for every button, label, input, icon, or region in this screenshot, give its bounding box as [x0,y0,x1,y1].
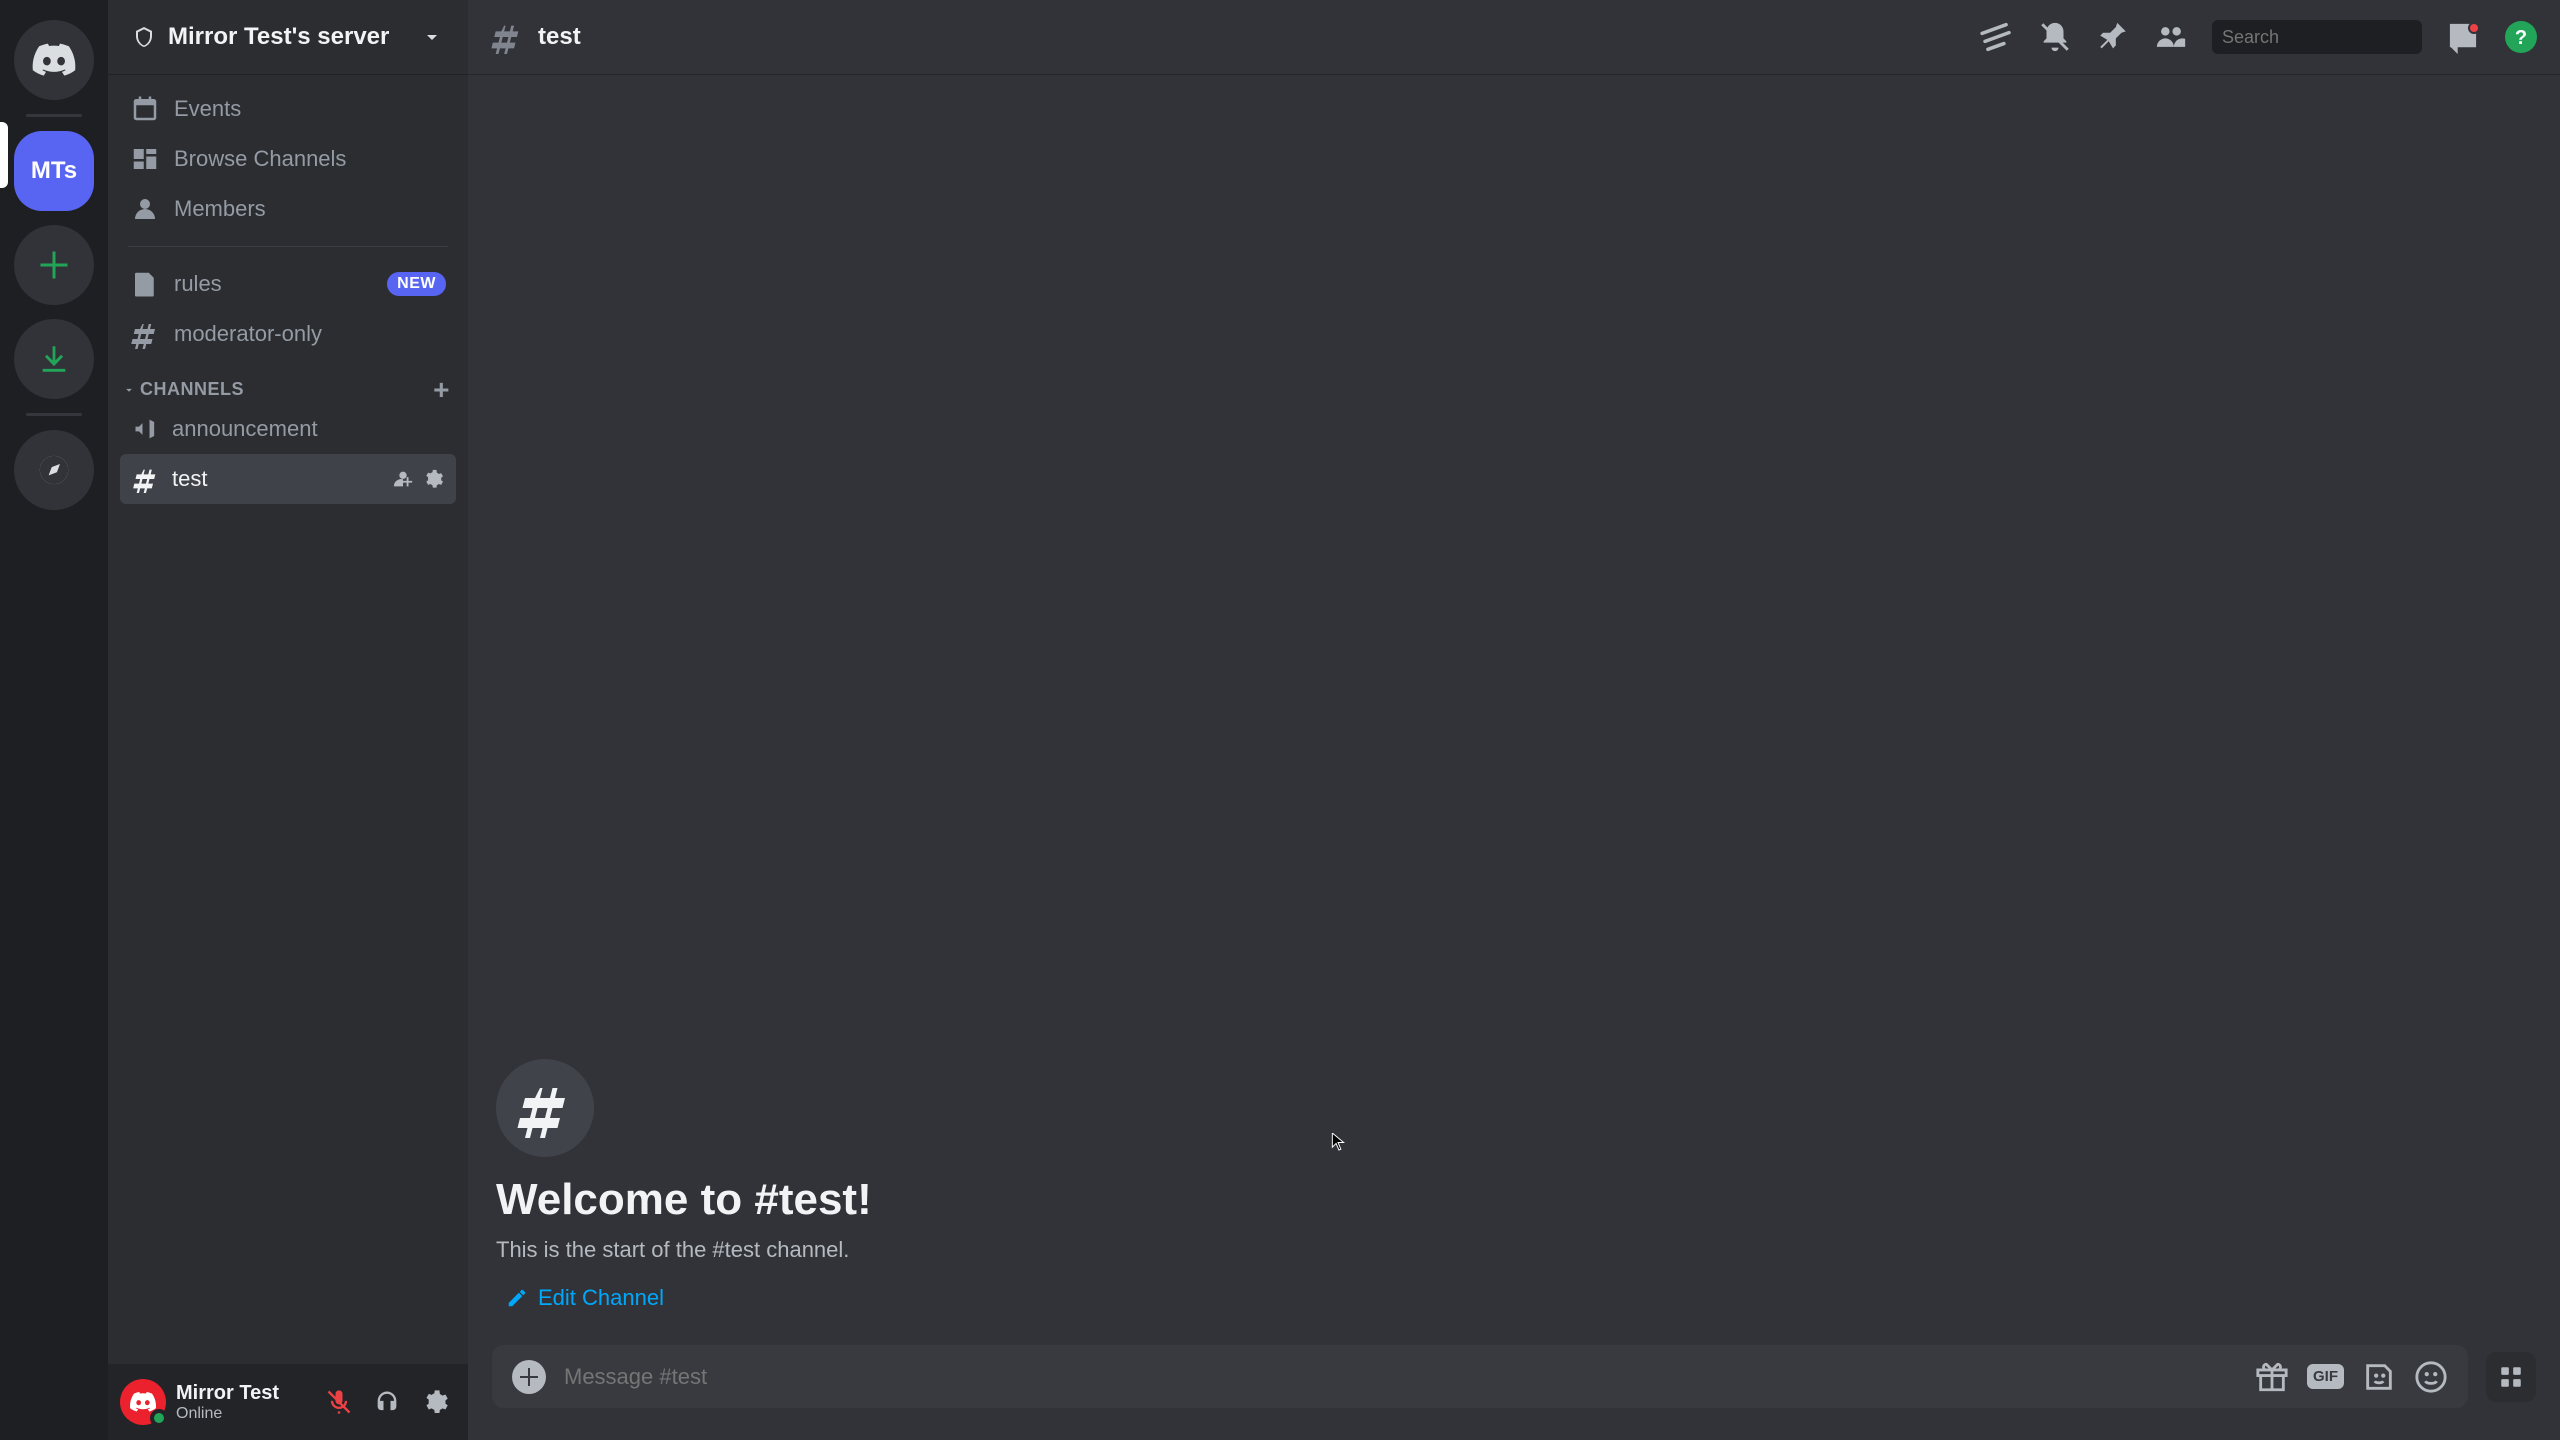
category-label: CHANNELS [140,379,244,400]
channel-rules[interactable]: rules NEW [120,259,456,309]
status-online-icon [150,1409,168,1427]
channel-title: test [538,23,1966,51]
channel-mod-label: moderator-only [174,321,322,347]
mic-muted-button[interactable] [318,1381,360,1423]
user-panel[interactable]: Mirror Test Online [108,1364,468,1440]
channel-test[interactable]: test [120,454,456,504]
channel-rules-label: rules [174,271,222,297]
mouse-cursor-icon [1329,1133,1347,1156]
channel-test-label: test [172,466,380,492]
guild-separator [26,114,82,117]
attach-button[interactable] [512,1360,546,1394]
add-channel-icon[interactable]: + [433,381,450,399]
message-composer[interactable]: GIF [492,1345,2468,1408]
guild-add-server[interactable] [14,225,94,305]
gear-icon[interactable] [422,468,444,490]
chevron-down-icon [420,25,444,49]
threads-button[interactable] [1980,20,2014,54]
sticker-button[interactable] [2362,1360,2396,1394]
search-box[interactable] [2212,20,2422,54]
server-boost-icon [132,25,156,49]
pinned-messages-button[interactable] [2096,20,2130,54]
sidebar-browse-label: Browse Channels [174,146,346,172]
guild-rail: MTs [0,0,108,1440]
guild-separator [26,413,82,416]
member-list-button[interactable] [2154,20,2188,54]
hash-icon [490,20,524,54]
welcome-hash-icon [496,1059,594,1157]
new-badge: NEW [387,272,446,296]
sidebar-events[interactable]: Events [120,84,456,134]
guild-server-selected[interactable]: MTs [14,131,94,211]
notification-dot-icon [2468,22,2480,34]
category-channels-header[interactable]: CHANNELS + [120,359,456,404]
user-status: Online [176,1405,308,1423]
sidebar-members[interactable]: Members [120,184,456,234]
main-area: test ? Welcome to #test! This is the sta… [468,0,2560,1440]
svg-text:?: ? [2515,27,2527,49]
channel-announcement-label: announcement [172,416,444,442]
invite-icon[interactable] [392,468,414,490]
channel-sidebar: Mirror Test's server Events Browse Chann… [108,0,468,1440]
sidebar-divider [128,246,448,247]
channel-announcement[interactable]: announcement [120,404,456,454]
guild-selection-pill [0,122,8,188]
guild-home[interactable] [14,20,94,100]
message-input[interactable] [564,1364,2237,1390]
inbox-button[interactable] [2446,20,2480,54]
edit-channel-label: Edit Channel [538,1285,664,1311]
notifications-muted-button[interactable] [2038,20,2072,54]
channel-topbar: test ? [468,0,2560,74]
user-settings-button[interactable] [414,1381,456,1423]
guild-download-apps[interactable] [14,319,94,399]
username: Mirror Test [176,1382,308,1405]
messages-area: Welcome to #test! This is the start of t… [468,74,2560,1345]
sidebar-events-label: Events [174,96,241,122]
sidebar-members-label: Members [174,196,266,222]
server-name: Mirror Test's server [168,23,408,51]
welcome-subtitle: This is the start of the #test channel. [496,1237,2532,1263]
edit-channel-link[interactable]: Edit Channel [496,1279,674,1317]
apps-button[interactable] [2486,1352,2536,1402]
deafen-button[interactable] [366,1381,408,1423]
guild-explore[interactable] [14,430,94,510]
help-button[interactable]: ? [2504,20,2538,54]
welcome-title: Welcome to #test! [496,1175,2532,1225]
gift-button[interactable] [2255,1360,2289,1394]
user-avatar[interactable] [120,1379,166,1425]
server-header[interactable]: Mirror Test's server [108,0,468,74]
sidebar-browse-channels[interactable]: Browse Channels [120,134,456,184]
gif-button[interactable]: GIF [2307,1364,2344,1389]
search-input[interactable] [2222,27,2454,48]
emoji-button[interactable] [2414,1360,2448,1394]
channel-moderator-only[interactable]: moderator-only [120,309,456,359]
